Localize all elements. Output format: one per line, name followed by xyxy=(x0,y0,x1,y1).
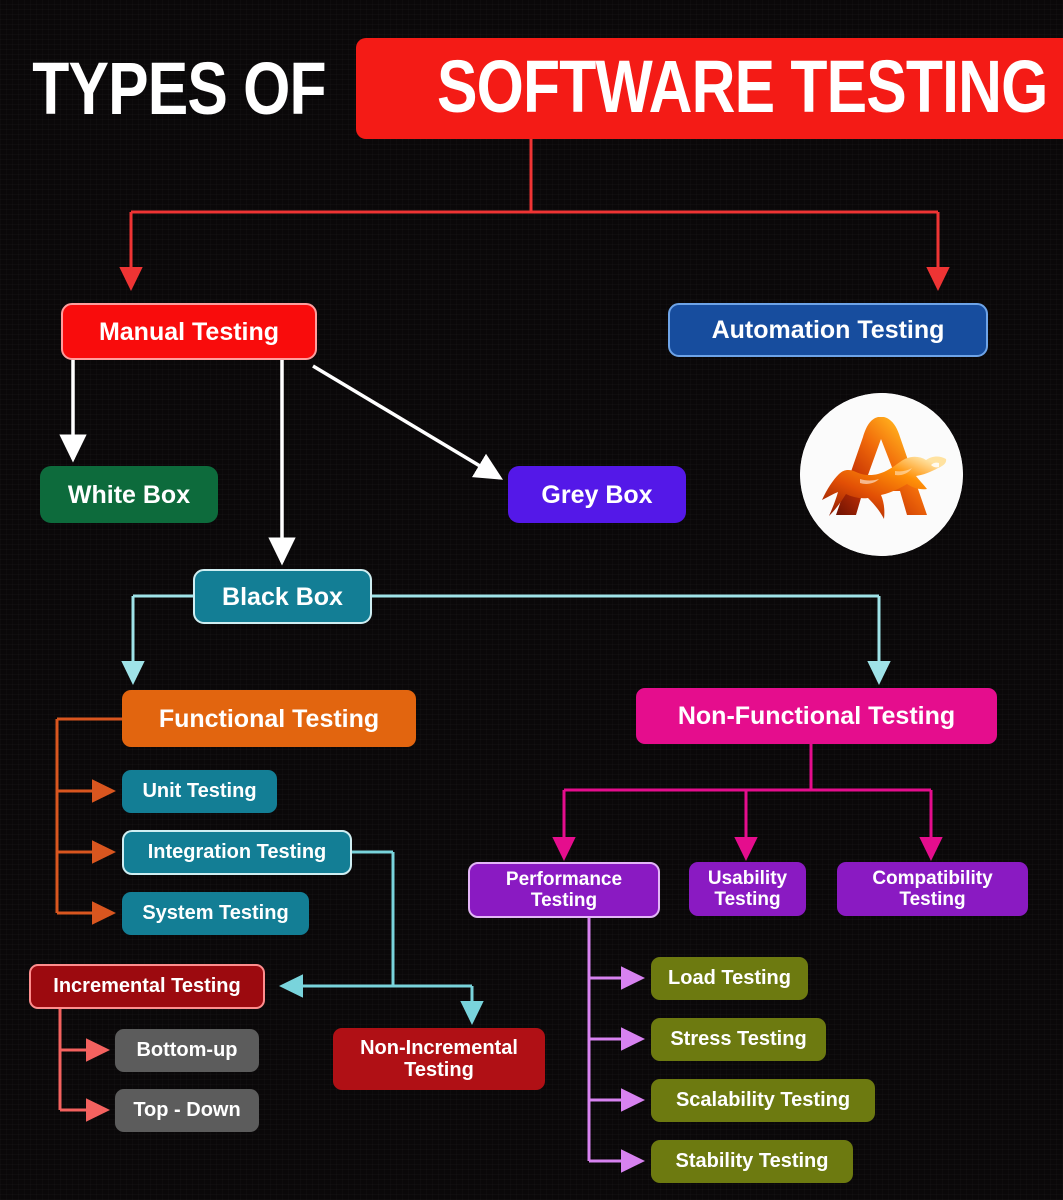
logo-artwork xyxy=(800,393,963,556)
node-functional-testing[interactable]: Functional Testing xyxy=(122,690,416,747)
node-label: Stress Testing xyxy=(670,1028,807,1051)
node-label: Incremental Testing xyxy=(53,975,241,998)
connector-root xyxy=(119,133,950,291)
node-automation-testing[interactable]: Automation Testing xyxy=(668,303,988,357)
node-label: Stability Testing xyxy=(675,1150,829,1173)
node-incremental-testing[interactable]: Incremental Testing xyxy=(29,964,265,1009)
node-label: Integration Testing xyxy=(147,841,327,864)
node-manual-testing[interactable]: Manual Testing xyxy=(61,303,317,360)
connector-functional xyxy=(55,717,125,925)
node-label: Grey Box xyxy=(541,480,653,509)
node-label: Manual Testing xyxy=(98,317,280,346)
node-non-functional-testing[interactable]: Non-Functional Testing xyxy=(636,688,997,744)
connector-layer xyxy=(55,133,950,1173)
node-load-testing[interactable]: Load Testing xyxy=(651,957,808,1000)
node-compatibility-testing[interactable]: Compatibility Testing xyxy=(837,862,1028,916)
node-scalability-testing[interactable]: Scalability Testing xyxy=(651,1079,875,1122)
connector-non-functional xyxy=(552,742,943,861)
title-highlight-text: SOFTWARE TESTING xyxy=(437,45,1048,128)
title-plain-text: TYPES OF xyxy=(32,46,326,130)
node-label: Usability Testing xyxy=(707,867,788,910)
node-label: Black Box xyxy=(222,582,343,611)
node-label: System Testing xyxy=(142,902,289,925)
connector-performance xyxy=(587,918,645,1173)
node-unit-testing[interactable]: Unit Testing xyxy=(122,770,277,813)
connector-integration xyxy=(279,850,484,1025)
infographic-canvas: TYPES OF SOFTWARE TESTING Manual Testing… xyxy=(0,0,1063,1200)
connector-incremental xyxy=(58,1008,110,1122)
node-label: Automation Testing xyxy=(711,316,945,344)
title-highlight-box: SOFTWARE TESTING xyxy=(356,38,1063,139)
node-system-testing[interactable]: System Testing xyxy=(122,892,309,935)
node-black-box[interactable]: Black Box xyxy=(193,569,372,624)
node-label: Load Testing xyxy=(668,967,791,990)
node-label: Unit Testing xyxy=(142,780,257,803)
node-usability-testing[interactable]: Usability Testing xyxy=(689,862,806,916)
node-label: Functional Testing xyxy=(158,704,380,733)
node-label: White Box xyxy=(67,480,191,509)
node-non-incremental-testing[interactable]: Non-Incremental Testing xyxy=(333,1028,545,1090)
node-white-box[interactable]: White Box xyxy=(40,466,218,523)
node-label: Compatibility Testing xyxy=(872,867,993,910)
node-performance-testing[interactable]: Performance Testing xyxy=(468,862,660,918)
node-stability-testing[interactable]: Stability Testing xyxy=(651,1140,853,1183)
node-stress-testing[interactable]: Stress Testing xyxy=(651,1018,826,1061)
page-title: TYPES OF SOFTWARE TESTING xyxy=(0,38,1063,139)
node-label: Performance Testing xyxy=(505,868,623,911)
node-integration-testing[interactable]: Integration Testing xyxy=(122,830,352,875)
node-grey-box[interactable]: Grey Box xyxy=(508,466,686,523)
node-bottom-up[interactable]: Bottom-up xyxy=(115,1029,259,1072)
node-label: Bottom-up xyxy=(136,1039,238,1062)
connector-manual xyxy=(59,360,504,566)
node-label: Non-Functional Testing xyxy=(677,702,956,730)
node-label: Top - Down xyxy=(133,1099,241,1122)
node-label: Scalability Testing xyxy=(675,1089,851,1112)
flame-horse-a-logo xyxy=(800,393,963,556)
node-top-down[interactable]: Top - Down xyxy=(115,1089,259,1132)
node-label: Non-Incremental Testing xyxy=(360,1036,518,1081)
